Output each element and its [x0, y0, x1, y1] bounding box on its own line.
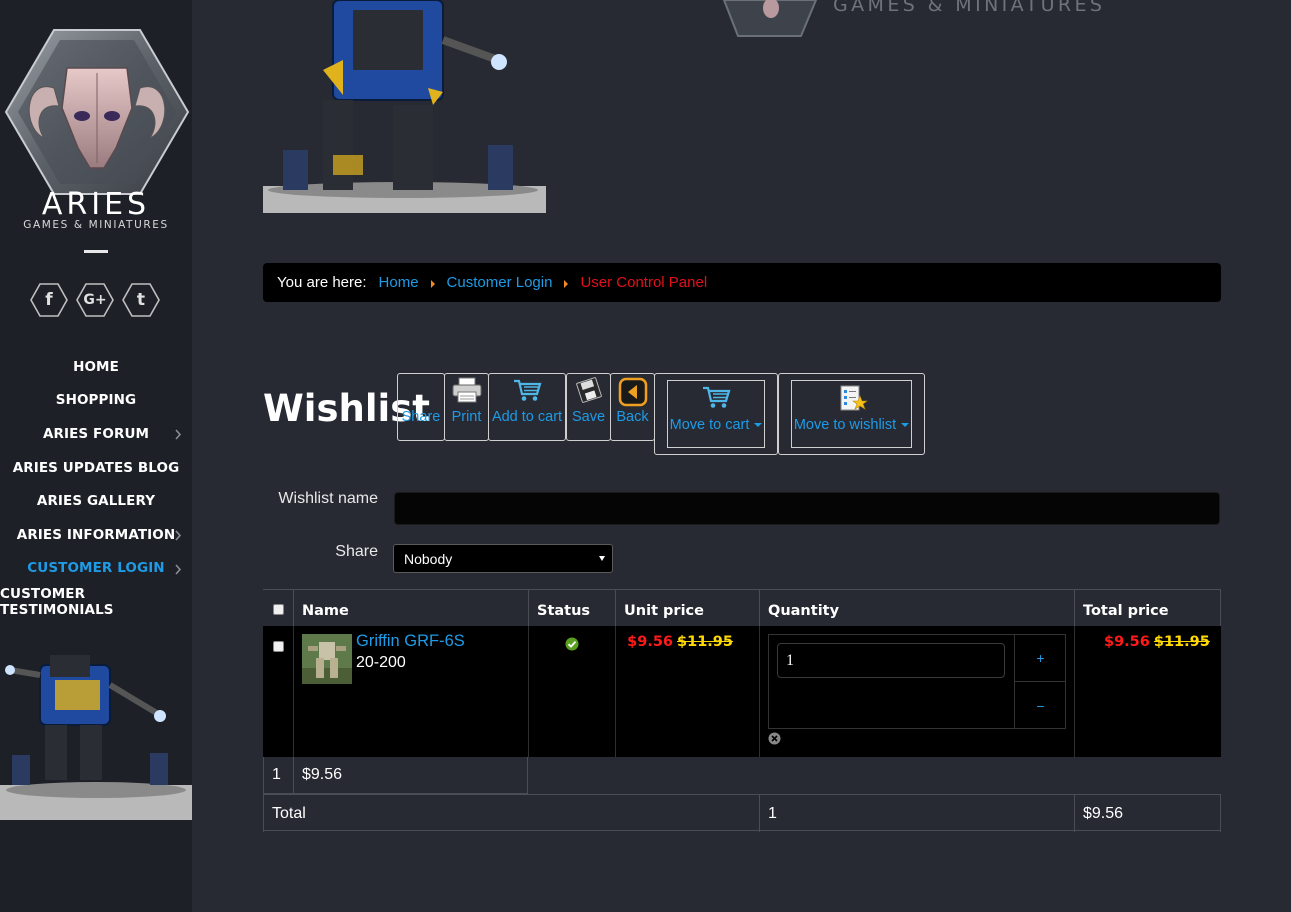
nav-item-aries-forum[interactable]: ARIES FORUM	[0, 417, 192, 451]
banner-mech-image	[263, 0, 546, 213]
caret-down-icon	[754, 423, 763, 428]
nav-item-home[interactable]: HOME	[0, 350, 192, 384]
total-row: Total 1 $9.56	[263, 794, 1221, 832]
share-label: Share	[335, 543, 378, 560]
header-name[interactable]: Name	[293, 590, 528, 627]
wishlist-name-label: Wishlist name	[278, 490, 378, 507]
logo-divider	[84, 250, 108, 253]
select-all-checkbox[interactable]	[273, 604, 284, 615]
wishlist-name-input[interactable]	[394, 492, 1220, 525]
row-total-original: $11.95	[1153, 634, 1210, 650]
select-all-cell	[263, 590, 293, 627]
header-total-price[interactable]: Total price	[1074, 590, 1221, 627]
wishlist-star-icon	[840, 385, 868, 411]
cart-icon	[514, 379, 542, 401]
breadcrumb-home[interactable]: Home	[379, 274, 419, 291]
remove-item-icon[interactable]	[768, 732, 781, 745]
facebook-icon[interactable]: f	[30, 283, 68, 317]
row-total-sale: $9.56	[1104, 634, 1150, 650]
unit-price: $9.56 $11.95	[627, 634, 733, 650]
quantity-decrease-button[interactable]: −	[1014, 682, 1066, 729]
logo-subtitle: GAMES & MINIATURES	[23, 219, 169, 231]
breadcrumb-label: You are here:	[277, 274, 367, 291]
chevron-right-icon	[175, 564, 182, 575]
row-select-cell	[263, 626, 293, 757]
chevron-right-icon	[175, 429, 182, 440]
quantity-increase-button[interactable]: +	[1014, 635, 1066, 682]
select-arrow-icon	[599, 556, 605, 561]
row-total-price: $9.56 $11.95	[1104, 634, 1210, 650]
tumblr-icon[interactable]: t	[122, 283, 160, 317]
breadcrumb-current: User Control Panel	[580, 274, 708, 291]
nav-item-updates-blog[interactable]: ARIES UPDATES BLOG	[0, 451, 192, 485]
caret-down-icon	[901, 423, 910, 428]
save-button[interactable]: Save	[566, 373, 611, 441]
social-links: f G+ t	[30, 283, 160, 317]
total-amount: $9.56	[1074, 795, 1221, 832]
header-status[interactable]: Status	[528, 590, 615, 627]
print-button[interactable]: Print	[444, 373, 489, 441]
subtotal-amount: $9.56	[293, 757, 528, 794]
logo-title: ARIES	[41, 187, 151, 222]
nav-item-gallery[interactable]: ARIES GALLERY	[0, 484, 192, 518]
main-nav: HOME SHOPPING ARIES FORUM ARIES UPDATES …	[0, 350, 192, 619]
share-button[interactable]: Share	[397, 373, 445, 441]
move-to-cart-dropdown[interactable]: Move to cart	[654, 373, 778, 455]
move-to-wishlist-dropdown[interactable]: Move to wishlist	[778, 373, 925, 455]
unit-price-original: $11.95	[677, 634, 733, 650]
unit-price-sale: $9.56	[627, 634, 674, 650]
cart-icon	[703, 386, 731, 408]
subtotal-row: 1 $9.56	[263, 757, 1221, 794]
breadcrumb-separator-icon	[564, 280, 569, 288]
quantity-stepper: 1 + −	[768, 634, 1066, 729]
total-price-cell: $9.56 $11.95	[1074, 626, 1221, 757]
status-check-icon	[565, 637, 579, 651]
row-checkbox[interactable]	[273, 641, 284, 652]
breadcrumb-separator-icon	[430, 280, 435, 288]
product-cell: Griffin GRF-6S 20-200	[293, 626, 528, 757]
unit-price-cell: $9.56 $11.95	[615, 626, 759, 757]
save-disk-icon	[575, 377, 602, 403]
share-select[interactable]: Nobody	[393, 544, 613, 573]
chevron-right-icon	[175, 530, 182, 541]
product-sku: 20-200	[356, 654, 406, 671]
sidebar: ARIES GAMES & MINIATURES f G+ t HOME SHO…	[0, 0, 192, 912]
printer-icon	[452, 377, 481, 403]
banner-logo-text: GAMES & MINIATURES	[833, 0, 1106, 16]
header-unit-price[interactable]: Unit price	[615, 590, 759, 627]
nav-item-customer-login[interactable]: CUSTOMER LOGIN	[0, 552, 192, 586]
google-plus-icon[interactable]: G+	[76, 283, 114, 317]
nav-item-information[interactable]: ARIES INFORMATION	[0, 518, 192, 552]
header-quantity[interactable]: Quantity	[759, 590, 1074, 627]
quantity-input[interactable]: 1	[777, 643, 1005, 678]
move-to-wishlist-button[interactable]: Move to wishlist	[791, 380, 912, 448]
back-arrow-icon	[618, 377, 647, 407]
back-button[interactable]: Back	[610, 373, 655, 441]
table-header: Name Status Unit price Quantity Total pr…	[263, 589, 1221, 627]
mech-robot-image	[0, 655, 192, 820]
product-thumbnail[interactable]	[302, 634, 352, 684]
nav-item-testimonials[interactable]: CUSTOMER TESTIMONIALS	[0, 585, 192, 619]
breadcrumb: You are here: Home Customer Login User C…	[263, 263, 1221, 302]
move-to-cart-button[interactable]: Move to cart	[667, 380, 765, 448]
table-row: Griffin GRF-6S 20-200 $9.56$11.95 1 + −	[263, 626, 1221, 757]
total-label: Total	[263, 795, 759, 832]
total-quantity: 1	[759, 795, 1074, 832]
add-to-cart-button[interactable]: Add to cart	[488, 373, 566, 441]
quantity-cell: 1 + −	[759, 626, 1074, 757]
nav-item-shopping[interactable]: SHOPPING	[0, 384, 192, 418]
product-name-link[interactable]: Griffin GRF-6S	[356, 632, 465, 651]
subtotal-count: 1	[263, 757, 293, 794]
status-cell	[528, 626, 615, 757]
breadcrumb-customer-login[interactable]: Customer Login	[447, 274, 553, 291]
